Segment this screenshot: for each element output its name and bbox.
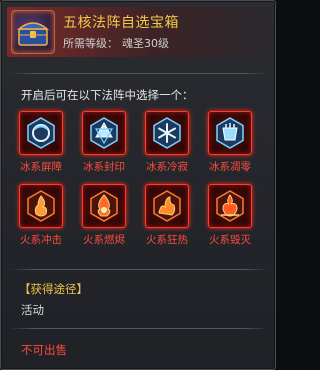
option-ice-wither[interactable]: 冰系凋零 — [204, 111, 256, 173]
fire-impact-icon — [24, 189, 58, 223]
option-ice-barrier[interactable]: 冰系屏障 — [15, 111, 67, 173]
obtain-source: 活动 — [21, 303, 44, 317]
option-label: 冰系封印 — [83, 161, 125, 173]
level-requirement: 所需等级： 魂圣30级 — [63, 35, 169, 51]
requirement-value: 魂圣30级 — [122, 37, 169, 50]
item-title: 五核法阵自选宝箱 — [63, 15, 179, 31]
item-header: 五核法阵自选宝箱 所需等级： 魂圣30级 — [7, 7, 271, 57]
option-label: 火系燃烬 — [83, 234, 125, 246]
ice-wither-icon — [213, 116, 247, 150]
ice-barrier-icon — [24, 116, 58, 150]
choose-prompt: 开启后可在以下法阵中选择一个： — [21, 88, 194, 102]
option-ice-seal[interactable]: 冰系封印 — [78, 111, 130, 173]
option-label: 火系毁灭 — [209, 234, 251, 246]
option-fire-frenzy[interactable]: 火系狂热 — [141, 184, 193, 246]
divider — [9, 269, 269, 270]
trade-status: 不可出售 — [21, 343, 67, 357]
divider — [9, 328, 269, 329]
option-label: 冰系凋零 — [209, 161, 251, 173]
item-tooltip-panel: 五核法阵自选宝箱 所需等级： 魂圣30级 开启后可在以下法阵中选择一个： 冰系屏障 — [0, 0, 276, 370]
requirement-label: 所需等级： — [63, 37, 118, 50]
option-label: 冰系屏障 — [20, 161, 62, 173]
option-label: 火系狂热 — [146, 234, 188, 246]
divider — [9, 73, 269, 74]
ice-silence-icon — [150, 116, 184, 150]
option-fire-impact[interactable]: 火系冲击 — [15, 184, 67, 246]
fire-destroy-icon — [213, 189, 247, 223]
treasure-chest-icon — [11, 10, 55, 54]
obtain-heading: 【获得途径】 — [19, 282, 88, 296]
option-ice-silence[interactable]: 冰系冷寂 — [141, 111, 193, 173]
ice-seal-icon — [87, 116, 121, 150]
fire-frenzy-icon — [150, 189, 184, 223]
option-label: 冰系冷寂 — [146, 161, 188, 173]
option-label: 火系冲击 — [20, 234, 62, 246]
option-fire-ember[interactable]: 火系燃烬 — [78, 184, 130, 246]
fire-ember-icon — [87, 189, 121, 223]
option-fire-destroy[interactable]: 火系毁灭 — [204, 184, 256, 246]
